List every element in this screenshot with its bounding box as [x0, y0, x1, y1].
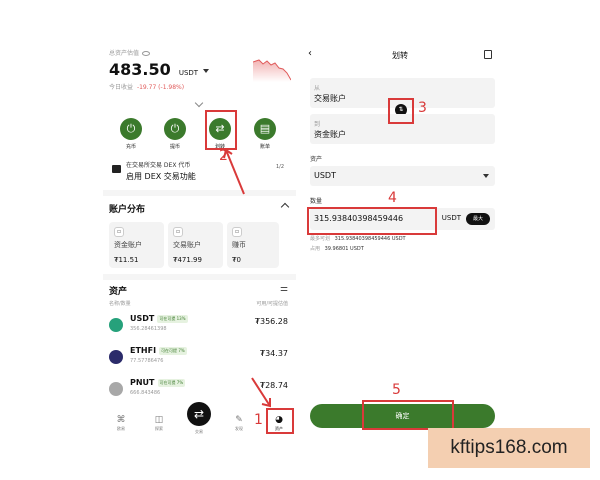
- discover-icon: ✎: [235, 415, 243, 425]
- annotation-arrow-2: [223, 148, 245, 195]
- dex-banner-line2: 启用 DEX 交易功能: [126, 172, 196, 181]
- annotation-num-3: 3: [418, 100, 427, 116]
- annotation-num-5: 5: [392, 382, 401, 398]
- account-dist-title: 账户分布: [109, 205, 146, 215]
- trade-center-button[interactable]: ⇄: [187, 402, 211, 426]
- trade-icon: ⇄: [193, 407, 205, 421]
- asset-label: 资产: [310, 156, 323, 163]
- balance-sparkline: [253, 59, 291, 82]
- divider: [103, 274, 296, 280]
- annotation-box-4: [307, 207, 437, 235]
- ethfi-coin-icon: [109, 350, 123, 364]
- divider: [103, 190, 296, 196]
- wallet-icon: [112, 165, 121, 173]
- annotation-box-5: [362, 400, 454, 430]
- assets-title: 资产: [109, 287, 128, 297]
- balance-unit[interactable]: USDT: [179, 69, 198, 77]
- annotation-box-1: [266, 408, 294, 434]
- annotation-box-2: [205, 110, 237, 150]
- annotation-num-4: 4: [388, 190, 397, 206]
- annotation-arrow-1: [251, 377, 271, 408]
- assets-col-right: 可用/可提估值: [256, 301, 288, 307]
- page-title: 划转: [392, 51, 408, 60]
- nav-trade-label: 交易: [195, 429, 203, 434]
- deposit-icon: ⏻: [120, 118, 142, 140]
- qty-label: 数量: [310, 198, 323, 205]
- account-card-trading[interactable]: ▫ 交易账户 ₮471.99: [168, 222, 223, 268]
- asset-select[interactable]: USDT: [310, 166, 495, 186]
- expand-icon[interactable]: [194, 98, 204, 108]
- account-card-earn[interactable]: ▫ 赚币 ₮0: [227, 222, 279, 268]
- pnl: 今日收益 -19.77 (-1.98%): [109, 82, 184, 91]
- filter-icon[interactable]: ⚌: [280, 284, 288, 294]
- pnl-value: -19.77 (-1.98%): [136, 84, 185, 91]
- chevron-down-icon[interactable]: [203, 68, 210, 73]
- nav-discover[interactable]: ✎ 发现: [225, 414, 253, 432]
- max-transferable: 最多可划 315.93840398459446 USDT: [310, 236, 406, 242]
- max-button[interactable]: 最大: [466, 213, 490, 225]
- occupied: 占用 39.96801 USDT: [310, 246, 364, 252]
- usdt-coin-icon: [109, 318, 123, 332]
- chevron-up-icon[interactable]: [280, 202, 290, 212]
- withdraw-icon: ⏻: [164, 118, 186, 140]
- nav-explore[interactable]: ◫ 探索: [145, 414, 173, 432]
- explore-icon: ◫: [154, 415, 164, 425]
- withdraw-button[interactable]: ⏻ 提币: [155, 118, 195, 150]
- balance-label: 总资产估值: [109, 48, 151, 57]
- dex-banner[interactable]: 在交易所交易 DEX 代币 启用 DEX 交易功能 1/2: [109, 158, 290, 184]
- balance-value: 483.50: [109, 60, 171, 79]
- watermark: kftips168.com: [428, 428, 590, 468]
- earn-icon: ▫: [232, 227, 242, 237]
- bill-icon: ▤: [254, 118, 276, 140]
- eye-icon[interactable]: [142, 51, 151, 56]
- balance: 483.50 USDT: [109, 60, 210, 79]
- fund-icon: ▫: [114, 227, 124, 237]
- annotation-box-3: [388, 98, 414, 124]
- record-icon[interactable]: [484, 50, 492, 59]
- nav-okx[interactable]: ⌘ 欧易: [107, 414, 135, 432]
- pnut-coin-icon: [109, 382, 123, 396]
- chevron-down-icon: [483, 174, 489, 178]
- dex-banner-page: 1/2: [275, 164, 284, 170]
- annotation-num-1: 1: [254, 412, 263, 428]
- dex-banner-line1: 在交易所交易 DEX 代币: [126, 162, 191, 169]
- trade-icon: ▫: [173, 227, 183, 237]
- asset-row-usdt[interactable]: USDT 可在可提 13% 356.28461398 ₮356.28: [103, 314, 296, 344]
- okx-icon: ⌘: [116, 415, 126, 425]
- asset-row-ethfi[interactable]: ETHFI 可在可提 7% 77.57786476 ₮34.37: [103, 346, 296, 376]
- deposit-button[interactable]: ⏻ 充币: [111, 118, 151, 150]
- bill-button[interactable]: ▤ 账单: [245, 118, 285, 150]
- qty-unit: USDT: [441, 214, 461, 222]
- pnl-label: 今日收益: [109, 84, 134, 91]
- account-card-funding[interactable]: ▫ 资金账户 ₮11.51: [109, 222, 164, 268]
- assets-col-left: 名称/数量: [109, 301, 131, 307]
